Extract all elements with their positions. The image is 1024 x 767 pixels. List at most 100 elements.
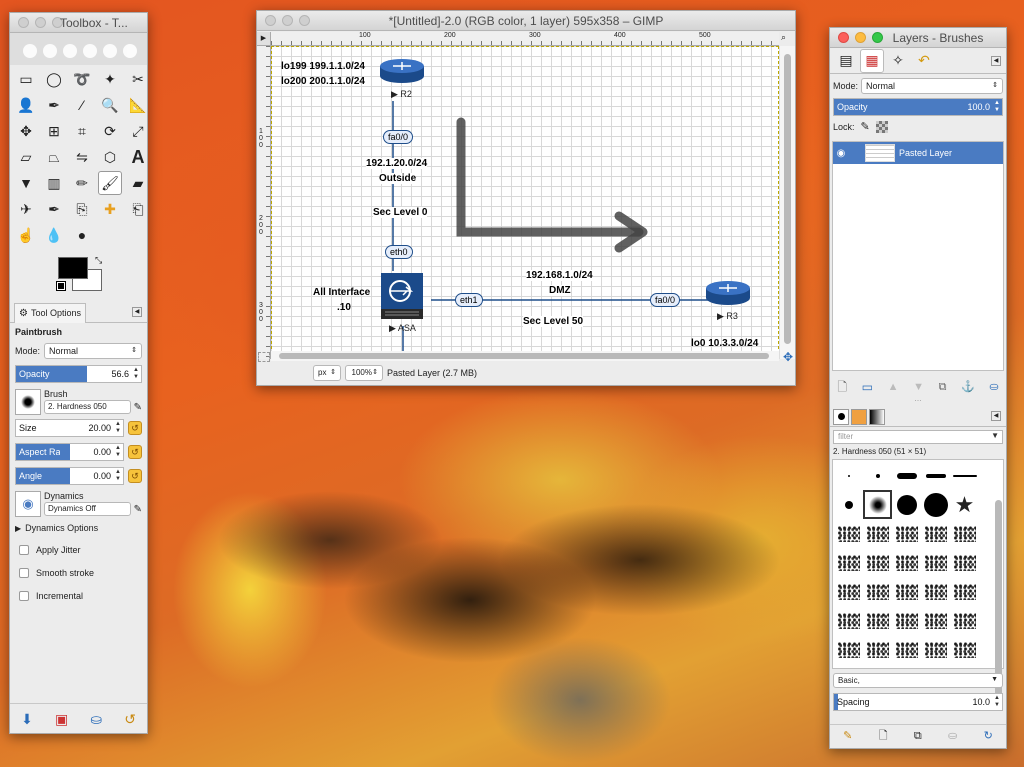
close-button[interactable] [265, 15, 276, 26]
brush-cell[interactable] [863, 461, 892, 490]
brush-cell[interactable] [892, 635, 921, 664]
tab-layers[interactable]: ▦ [860, 48, 884, 73]
layer-row[interactable]: ◉ Pasted Layer [833, 142, 1003, 164]
zoom-button[interactable] [299, 15, 310, 26]
horizontal-scroll-thumb[interactable] [279, 353, 769, 359]
anchor-layer-icon[interactable]: ⚓ [961, 381, 975, 393]
brush-name-field[interactable]: 2. Hardness 050 [44, 400, 131, 414]
close-button[interactable] [18, 17, 29, 28]
tab-menu-icon[interactable]: ◀ [132, 307, 142, 317]
reset-options-icon[interactable]: ↺ [124, 712, 136, 726]
refresh-brushes-icon[interactable]: ↻ [984, 731, 993, 742]
duplicate-brush-icon[interactable]: ⧉ [914, 731, 922, 742]
brush-cell[interactable] [863, 490, 892, 519]
heal-icon[interactable]: ✚ [98, 197, 122, 221]
fuzzy-select-icon[interactable]: ✦ [98, 67, 122, 91]
zoom-icon[interactable]: 🔍 [98, 93, 122, 117]
tab-gradients[interactable] [869, 408, 885, 425]
blend-icon[interactable]: ▥ [42, 171, 66, 195]
close-button[interactable] [838, 32, 849, 43]
brush-cell[interactable] [921, 490, 950, 519]
new-group-icon[interactable]: ▭ [862, 381, 873, 393]
brush-cell[interactable] [921, 635, 950, 664]
brush-cell[interactable] [921, 461, 950, 490]
reset-aspect-icon[interactable]: ↺ [128, 445, 142, 459]
horizontal-scrollbar[interactable] [271, 351, 779, 361]
brush-cell[interactable] [834, 577, 863, 606]
perspective-icon[interactable]: ⏢ [42, 145, 66, 169]
brush-cell[interactable] [834, 461, 863, 490]
duplicate-layer-icon[interactable]: ⧉ [939, 381, 947, 393]
vertical-scroll-thumb[interactable] [784, 54, 791, 344]
canvas-area[interactable]: lo199 199.1.1.0/24 lo200 200.1.1.0/24 ▶ … [271, 46, 779, 359]
spacing-slider[interactable]: Spacing 10.0 ▲ ▼ [833, 693, 1003, 711]
horizontal-ruler[interactable]: 100 200 300 400 500 [271, 32, 779, 46]
toolbox-titlebar[interactable]: Toolbox - T... [10, 13, 147, 33]
delete-brush-icon[interactable]: ⛀ [948, 731, 957, 742]
save-options-icon[interactable]: ⬇ [21, 712, 33, 726]
brush-cell[interactable] [950, 635, 979, 664]
tab-paths[interactable]: ✧ [886, 49, 910, 73]
angle-slider[interactable]: Angle 0.00 ▲ ▼ [15, 467, 124, 485]
menu-arrow-button[interactable]: ▶ [257, 32, 271, 46]
eraser-icon[interactable]: ▰ [126, 171, 147, 195]
stepper-arrows-icon[interactable]: ▲ ▼ [115, 421, 121, 435]
delete-options-icon[interactable]: ⛀ [90, 712, 102, 726]
scissors-select-icon[interactable]: ✂ [126, 67, 147, 91]
swap-colors-icon[interactable]: ⤡ [95, 255, 102, 266]
new-brush-icon[interactable]: 🗋 [879, 731, 888, 742]
color-picker-icon[interactable]: ⁄ [70, 93, 94, 117]
layers-titlebar[interactable]: Layers - Brushes [830, 28, 1006, 48]
vertical-ruler[interactable]: 100 200 300 [257, 46, 271, 359]
tab-brushes[interactable] [833, 408, 849, 425]
restore-options-icon[interactable]: ▣ [55, 712, 68, 726]
perspective-clone-icon[interactable]: ⎗ [126, 197, 147, 221]
brush-cell[interactable] [863, 606, 892, 635]
raise-layer-icon[interactable]: ▲ [888, 381, 899, 393]
zoom-button[interactable] [872, 32, 883, 43]
size-slider[interactable]: Size 20.00 ▲ ▼ [15, 419, 124, 437]
tab-undo[interactable]: ↶ [912, 49, 936, 73]
layer-mode-select[interactable]: Normal ⇕ [861, 78, 1003, 94]
brush-cell[interactable] [863, 635, 892, 664]
brush-cell[interactable] [892, 577, 921, 606]
cage-icon[interactable]: ⬡ [98, 145, 122, 169]
brush-cell[interactable] [950, 577, 979, 606]
tab-images[interactable]: ▤ [834, 49, 858, 73]
clone-icon[interactable]: ⎘ [70, 197, 94, 221]
brush-cell[interactable] [834, 519, 863, 548]
brush-cell[interactable] [892, 461, 921, 490]
lock-pixels-icon[interactable]: ✎ [861, 120, 870, 133]
brush-cell[interactable] [950, 519, 979, 548]
ellipse-select-icon[interactable]: ◯ [42, 67, 66, 91]
brush-cell[interactable] [834, 490, 863, 519]
lock-alpha-icon[interactable] [875, 120, 888, 133]
brush-cell[interactable] [921, 577, 950, 606]
pencil-icon[interactable]: ✏ [70, 171, 94, 195]
brush-cell[interactable] [921, 519, 950, 548]
paintbrush-icon[interactable]: 🖌 [98, 171, 122, 195]
dynamics-options-expander[interactable]: ▶ Dynamics Options [15, 523, 142, 533]
flip-icon[interactable]: ⇋ [70, 145, 94, 169]
brush-filter-field[interactable]: filter ▼ [833, 430, 1003, 444]
zoom-toggle-icon[interactable]: ⌕ [781, 32, 793, 46]
default-colors-icon[interactable] [56, 281, 66, 291]
shear-icon[interactable]: ▱ [14, 145, 38, 169]
brush-cell[interactable] [863, 519, 892, 548]
foreground-select-icon[interactable]: 👤 [14, 93, 38, 117]
panel-divider[interactable]: ⋯ [830, 398, 1006, 407]
brush-cell[interactable] [892, 606, 921, 635]
brush-cell[interactable] [863, 548, 892, 577]
brush-cell[interactable]: ★ [950, 490, 979, 519]
ink-icon[interactable]: ✒ [42, 197, 66, 221]
delete-layer-icon[interactable]: ⛀ [989, 381, 998, 393]
aspect-ratio-slider[interactable]: Aspect Ratio 0.00 ▲▼ [15, 443, 124, 461]
brush-cell[interactable] [950, 548, 979, 577]
brush-cell[interactable] [863, 577, 892, 606]
eye-icon[interactable]: ◉ [833, 148, 849, 159]
brush-cell[interactable] [892, 519, 921, 548]
stepper-arrows-icon[interactable]: ▲ ▼ [133, 367, 139, 381]
new-layer-icon[interactable]: 🗋 [837, 381, 847, 393]
minimize-button[interactable] [35, 17, 46, 28]
scale-icon[interactable]: ⤢ [126, 119, 147, 143]
